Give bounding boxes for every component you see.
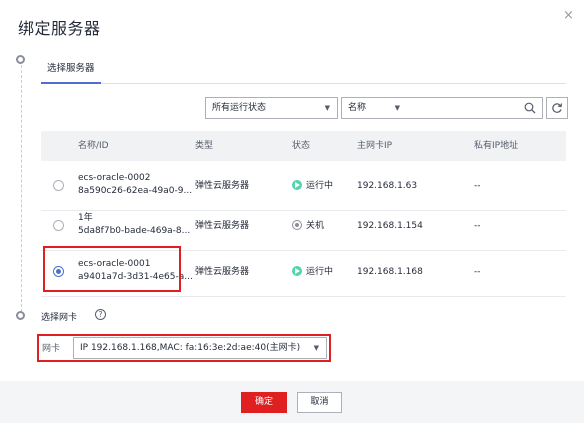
column-header-status: 状态 [292, 141, 311, 151]
search-field-value: 名称 [348, 103, 367, 113]
primary-ip: 192.168.1.168 [357, 267, 423, 277]
bind-server-dialog: 绑定服务器 × 选择服务器 所有运行状态 ▼ 名称 ▼ 名称/ID 类型 状态 … [0, 0, 584, 423]
row-radio[interactable] [53, 220, 64, 231]
primary-ip: 192.168.1.154 [357, 221, 423, 231]
private-ip: -- [474, 267, 481, 277]
server-name-cell: 1年 5da8f7b0-bade-469a-8... [78, 212, 190, 238]
dialog-footer [0, 381, 584, 423]
server-id: 5da8f7b0-bade-469a-8... [78, 226, 191, 236]
server-type: 弹性云服务器 [195, 267, 250, 277]
server-name-cell: ecs-oracle-0002 8a590c26-62ea-49a0-9... [78, 172, 192, 198]
status-cell: 运行中 [292, 247, 333, 297]
chevron-down-icon: ▼ [324, 104, 330, 112]
running-icon [292, 179, 302, 190]
step-rail [20, 60, 22, 312]
refresh-button[interactable] [546, 97, 568, 119]
server-type: 弹性云服务器 [195, 221, 250, 231]
status-cell: 关机 [292, 201, 324, 251]
table-row[interactable]: 1年 5da8f7b0-bade-469a-8... 弹性云服务器 关机 192… [41, 201, 566, 251]
tab-bar: 选择服务器 [41, 56, 566, 84]
column-header-private-ip: 私有IP地址 [474, 141, 519, 151]
row-radio[interactable] [53, 180, 64, 191]
status-text: 关机 [306, 221, 325, 231]
selection-highlight [43, 246, 181, 292]
chevron-down-icon: ▼ [394, 104, 400, 112]
server-name: ecs-oracle-0002 [78, 173, 151, 183]
step-indicator-server [16, 55, 25, 64]
status-text: 运行中 [306, 181, 334, 191]
column-header-type: 类型 [195, 141, 214, 151]
stopped-icon [292, 219, 302, 230]
tab-select-server[interactable]: 选择服务器 [41, 60, 101, 84]
status-filter-select[interactable]: 所有运行状态 ▼ [205, 97, 338, 119]
server-id: 8a590c26-62ea-49a0-9... [78, 186, 193, 196]
nic-highlight [37, 334, 331, 362]
search-input[interactable] [407, 98, 517, 118]
column-header-name: 名称/ID [78, 141, 109, 151]
column-header-ip: 主网卡IP [357, 141, 393, 151]
confirm-button[interactable]: 确定 [241, 392, 287, 413]
table-header: 名称/ID 类型 状态 主网卡IP 私有IP地址 [41, 131, 566, 161]
close-icon[interactable]: × [563, 9, 574, 22]
search-field-select[interactable]: 名称 ▼ [341, 97, 408, 119]
status-text: 运行中 [306, 267, 334, 277]
cancel-button[interactable]: 取消 [297, 392, 342, 413]
dialog-title: 绑定服务器 [18, 19, 101, 38]
status-filter-value: 所有运行状态 [212, 103, 267, 113]
private-ip: -- [474, 221, 481, 231]
search-box [407, 97, 543, 119]
server-name: 1年 [78, 213, 93, 223]
refresh-icon [552, 103, 563, 113]
running-icon [292, 265, 302, 276]
help-icon[interactable]: ? [95, 309, 106, 320]
nic-section-title: 选择网卡 [41, 313, 78, 323]
step-indicator-nic [16, 311, 25, 320]
search-icon[interactable] [524, 102, 536, 114]
